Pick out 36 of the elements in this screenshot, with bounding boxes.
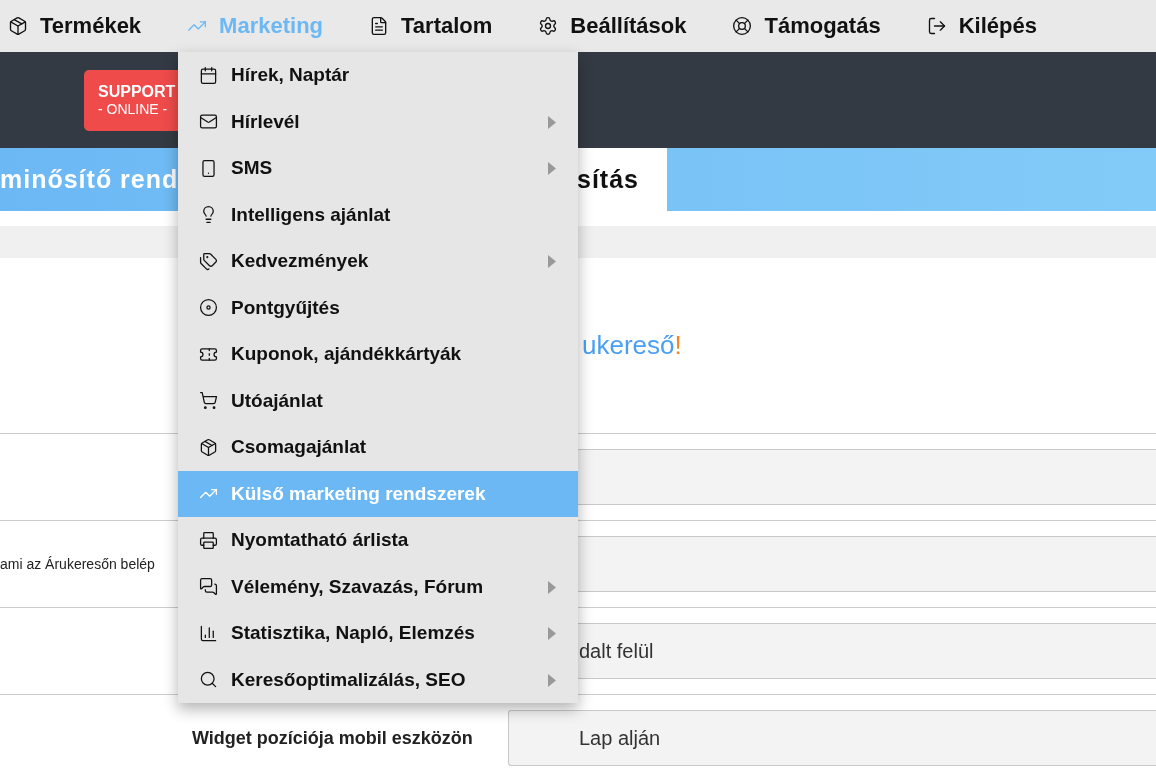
lifebuoy-icon — [732, 16, 753, 36]
menu-item[interactable]: Pontgyűjtés — [178, 284, 578, 331]
badge-title: SUPPORT — [98, 83, 177, 101]
logo-text: ukereső — [582, 330, 675, 361]
tag-icon — [199, 251, 218, 271]
menu-item[interactable]: SMS — [178, 145, 578, 192]
box-icon — [8, 16, 28, 36]
nav-item[interactable]: Termékek — [8, 13, 142, 39]
menu-item[interactable]: Utóajánlat — [178, 377, 578, 424]
cart-icon — [199, 391, 218, 411]
field-label: Widget pozíciója mobil eszközön — [191, 727, 473, 748]
badge-subtitle: - ONLINE - — [98, 101, 169, 117]
nav-item[interactable]: Kilépés — [926, 13, 1037, 39]
disc-icon — [199, 298, 218, 318]
tab[interactable]: sítás — [578, 148, 667, 211]
chat-icon — [199, 577, 218, 597]
bar-chart-icon — [199, 623, 218, 643]
logout-icon — [926, 16, 947, 36]
nav-item[interactable]: Beállítások — [538, 13, 687, 39]
input-field[interactable]: Lap alján — [508, 710, 1156, 766]
phone-icon — [199, 158, 218, 178]
menu-item[interactable]: Csomagajánlat — [178, 424, 578, 471]
menu-item[interactable]: Kedvezmények — [178, 238, 578, 285]
calendar-icon — [199, 65, 218, 85]
menu-item[interactable]: Intelligens ajánlat — [178, 191, 578, 238]
menu-item[interactable]: Kuponok, ajándékkártyák — [178, 331, 578, 378]
nav-item[interactable]: Tartalom — [369, 13, 493, 39]
nav-item[interactable]: Támogatás — [732, 13, 881, 39]
search-icon — [199, 670, 218, 690]
box-icon — [199, 437, 218, 457]
logo-mark: ! — [674, 330, 682, 361]
menu-item[interactable]: Vélemény, Szavazás, Fórum — [178, 563, 578, 610]
settings-icon — [538, 16, 559, 36]
printer-icon — [199, 530, 218, 550]
menu-item[interactable]: Nyomtatható árlista — [178, 517, 578, 564]
field-label: ami az Árukeresőn belép — [0, 556, 155, 572]
